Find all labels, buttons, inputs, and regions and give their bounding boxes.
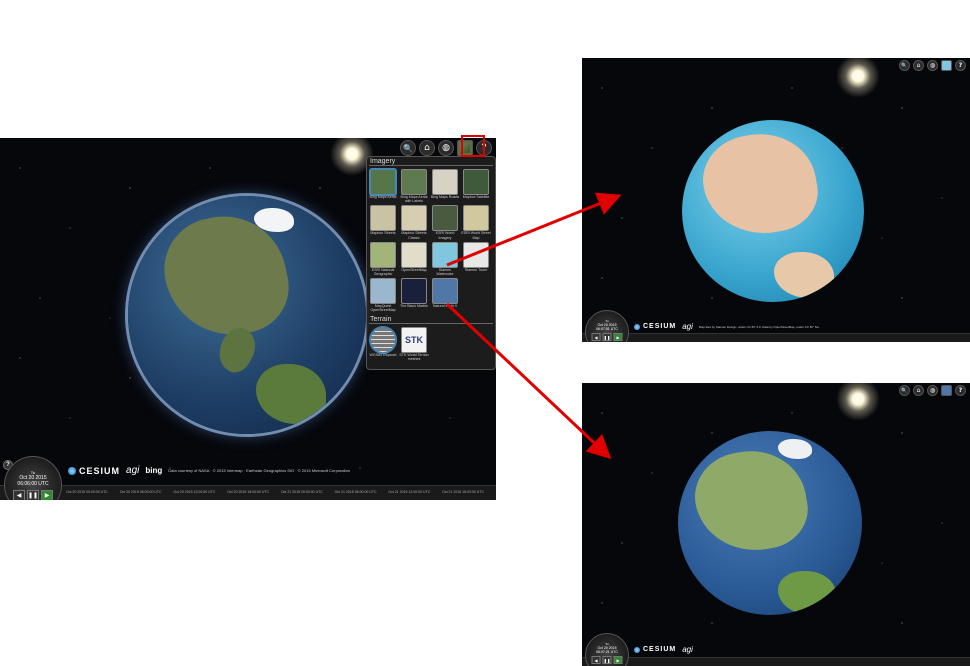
- arrow-to-natural-earth: [445, 302, 612, 460]
- arrow-to-watercolor: [446, 192, 622, 267]
- annotation-arrows: [445, 192, 622, 460]
